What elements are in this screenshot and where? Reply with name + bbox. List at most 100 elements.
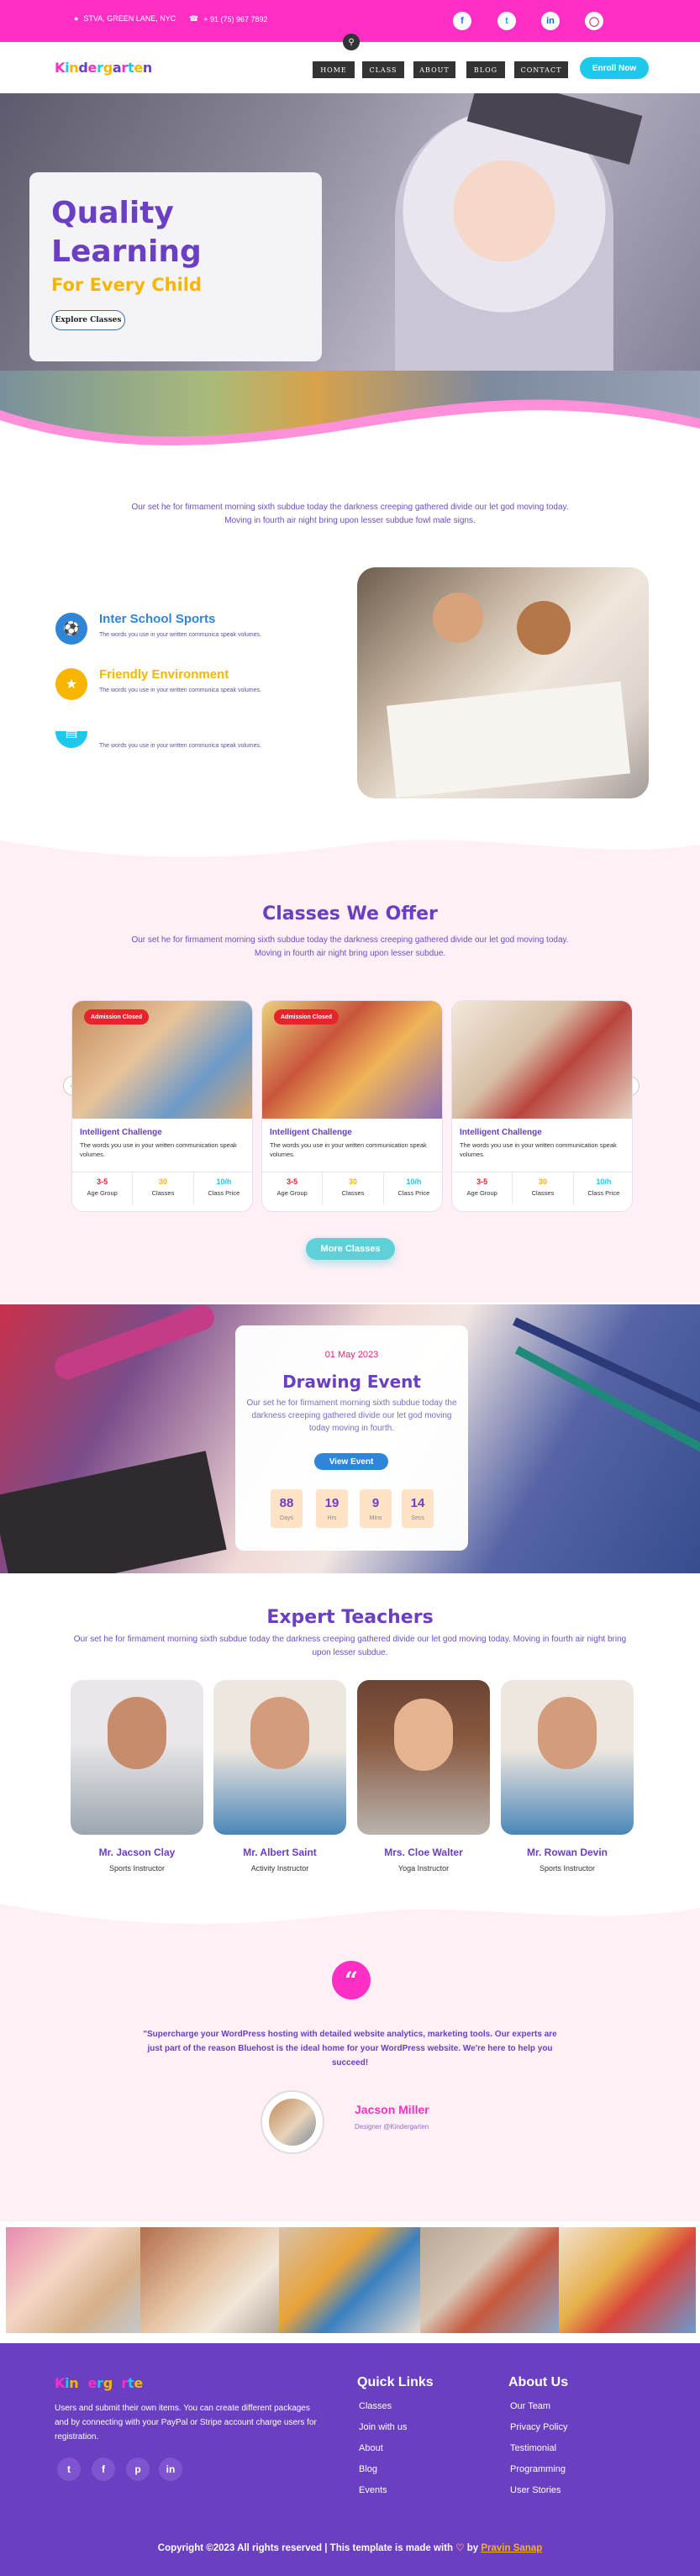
testimonial-name: Jacson Miller bbox=[355, 2103, 429, 2116]
teacher-role: Sports Instructor bbox=[108, 1864, 166, 1873]
class-photo bbox=[452, 1001, 632, 1119]
linkedin-icon[interactable]: in bbox=[541, 12, 560, 30]
logo-letter: n bbox=[142, 60, 152, 76]
logo-letter: t bbox=[127, 2375, 134, 2391]
logo-letter: n bbox=[69, 60, 79, 76]
about-lead: Our set he for firmament morning sixth s… bbox=[131, 503, 569, 525]
logo-letter: e bbox=[87, 60, 97, 76]
logo-letter: e bbox=[134, 2375, 143, 2391]
feature-text-3: The words you use in your written commun… bbox=[99, 743, 261, 749]
logo-letter: e bbox=[134, 60, 143, 76]
teacher-name[interactable]: Mr. Jacson Clay bbox=[71, 1846, 203, 1858]
class-meta: 3-5 Age Group 30 Classes 10/h Class Price bbox=[262, 1172, 442, 1205]
teacher-face bbox=[538, 1697, 597, 1769]
about-photo bbox=[357, 567, 649, 798]
class-title[interactable]: Intelligent Challenge bbox=[80, 1128, 162, 1137]
class-card[interactable]: Intelligent Challenge The words you use … bbox=[451, 1000, 633, 1212]
feature-title-environment: Friendly Environment bbox=[99, 667, 229, 682]
footer-link-events[interactable]: Events bbox=[359, 2485, 387, 2495]
class-price: 10/h Class Price bbox=[397, 1177, 430, 1197]
footer-link-programming[interactable]: Programming bbox=[510, 2464, 566, 2474]
teacher-name[interactable]: Mrs. Cloe Walter bbox=[357, 1846, 490, 1858]
logo-letter: r bbox=[97, 60, 103, 76]
feature-text-sports: The words you use in your written commun… bbox=[99, 632, 261, 638]
teacher-name[interactable]: Mr. Rowan Devin bbox=[501, 1846, 634, 1858]
class-price: 10/h Class Price bbox=[587, 1177, 620, 1197]
location-pin-icon: ● bbox=[74, 14, 79, 23]
footer-about-text: Users and submit their own items. You ca… bbox=[55, 2404, 317, 2442]
teacher-photo[interactable] bbox=[357, 1680, 490, 1835]
footer-link-testimonial[interactable]: Testimonial bbox=[510, 2443, 556, 2453]
author-link[interactable]: Pravin Sanap bbox=[481, 2543, 542, 2553]
view-event-button[interactable]: View Event bbox=[314, 1453, 388, 1470]
teacher-photo[interactable] bbox=[71, 1680, 203, 1835]
footer-link-about[interactable]: About bbox=[359, 2443, 383, 2453]
footer-logo[interactable]: Kindergarten bbox=[55, 2375, 152, 2391]
teacher-photo[interactable] bbox=[213, 1680, 346, 1835]
class-title[interactable]: Intelligent Challenge bbox=[460, 1128, 542, 1137]
gallery-image[interactable] bbox=[559, 2227, 696, 2333]
logo-letter: t bbox=[127, 60, 134, 76]
feature-icon-3-clip: ▤ bbox=[55, 731, 87, 748]
book-icon: ▤ bbox=[55, 731, 87, 748]
nav-home[interactable]: HOME bbox=[313, 61, 355, 78]
teacher-role: Activity Instructor bbox=[250, 1864, 309, 1873]
logo-letter: K bbox=[55, 60, 66, 76]
classes-lead: Our set he for firmament morning sixth s… bbox=[131, 935, 569, 958]
address-text: STVA, GREEN LANE, NYC bbox=[83, 14, 176, 23]
class-card[interactable]: Admission Closed Intelligent Challenge T… bbox=[71, 1000, 253, 1212]
facebook-icon[interactable]: f bbox=[453, 12, 471, 30]
twitter-icon[interactable]: t bbox=[57, 2457, 81, 2481]
teachers-heading: Expert Teachers bbox=[266, 1607, 434, 1628]
teacher-name[interactable]: Mr. Albert Saint bbox=[213, 1846, 346, 1858]
countdown-days: 88 Days bbox=[271, 1489, 303, 1528]
logo-letter: e bbox=[87, 2375, 97, 2391]
pinterest-icon[interactable]: p bbox=[126, 2457, 150, 2481]
class-card[interactable]: Admission Closed Intelligent Challenge T… bbox=[261, 1000, 443, 1212]
paint-box-shape bbox=[0, 1451, 227, 1573]
hero-subtitle: For Every Child bbox=[51, 275, 203, 295]
footer-link-classes[interactable]: Classes bbox=[359, 2401, 392, 2411]
teacher-face bbox=[394, 1699, 453, 1771]
admission-badge: Admission Closed bbox=[84, 1009, 150, 1025]
footer-link-privacy[interactable]: Privacy Policy bbox=[510, 2422, 567, 2432]
feature-title-sports: Inter School Sports bbox=[99, 612, 216, 626]
enroll-now-button[interactable]: Enroll Now bbox=[580, 57, 649, 79]
instagram-icon[interactable]: ◯ bbox=[585, 12, 603, 30]
nav-blog[interactable]: BLOG bbox=[466, 61, 505, 78]
nav-class[interactable]: CLASS bbox=[362, 61, 404, 78]
gallery-image[interactable] bbox=[279, 2227, 420, 2333]
heart-icon: ♡ bbox=[455, 2543, 465, 2553]
more-classes-button[interactable]: More Classes bbox=[306, 1238, 395, 1260]
facebook-icon[interactable]: f bbox=[92, 2457, 115, 2481]
explore-classes-button[interactable]: Explore Classes bbox=[51, 310, 125, 330]
hero-wave bbox=[0, 399, 700, 452]
logo-letter: a bbox=[112, 60, 122, 76]
linkedin-icon[interactable]: in bbox=[159, 2457, 182, 2481]
logo-letter: r bbox=[121, 60, 128, 76]
phone[interactable]: ☎ + 91 (75) 967 7892 bbox=[189, 14, 268, 24]
footer-link-blog[interactable]: Blog bbox=[359, 2464, 377, 2474]
footer-link-join[interactable]: Join with us bbox=[359, 2422, 407, 2432]
logo[interactable]: Kindergarten bbox=[55, 60, 152, 76]
gallery-image[interactable] bbox=[140, 2227, 279, 2333]
footer-link-team[interactable]: Our Team bbox=[510, 2401, 550, 2411]
paper-sheet bbox=[387, 681, 630, 798]
testimonial-role: Designer @Kindergarten bbox=[355, 2123, 429, 2131]
logo-letter: d bbox=[78, 2375, 88, 2391]
class-text: The words you use in your written commun… bbox=[270, 1141, 427, 1158]
nav-contact[interactable]: CONTACT bbox=[514, 61, 568, 78]
class-text: The words you use in your written commun… bbox=[460, 1141, 617, 1158]
testimonial-quote: "Supercharge your WordPress hosting with… bbox=[143, 2030, 557, 2068]
event-text: Our set he for firmament morning sixth s… bbox=[246, 1399, 457, 1433]
nav-about[interactable]: ABOUT bbox=[413, 61, 455, 78]
search-icon[interactable]: ⚲ bbox=[343, 34, 360, 50]
class-title[interactable]: Intelligent Challenge bbox=[270, 1128, 352, 1137]
teacher-photo[interactable] bbox=[501, 1680, 634, 1835]
gallery-image[interactable] bbox=[420, 2227, 559, 2333]
footer-link-stories[interactable]: User Stories bbox=[510, 2485, 561, 2495]
gallery-image[interactable] bbox=[6, 2227, 140, 2333]
teacher-face bbox=[108, 1697, 166, 1769]
logo-letter: r bbox=[121, 2375, 128, 2391]
twitter-icon[interactable]: t bbox=[497, 12, 516, 30]
